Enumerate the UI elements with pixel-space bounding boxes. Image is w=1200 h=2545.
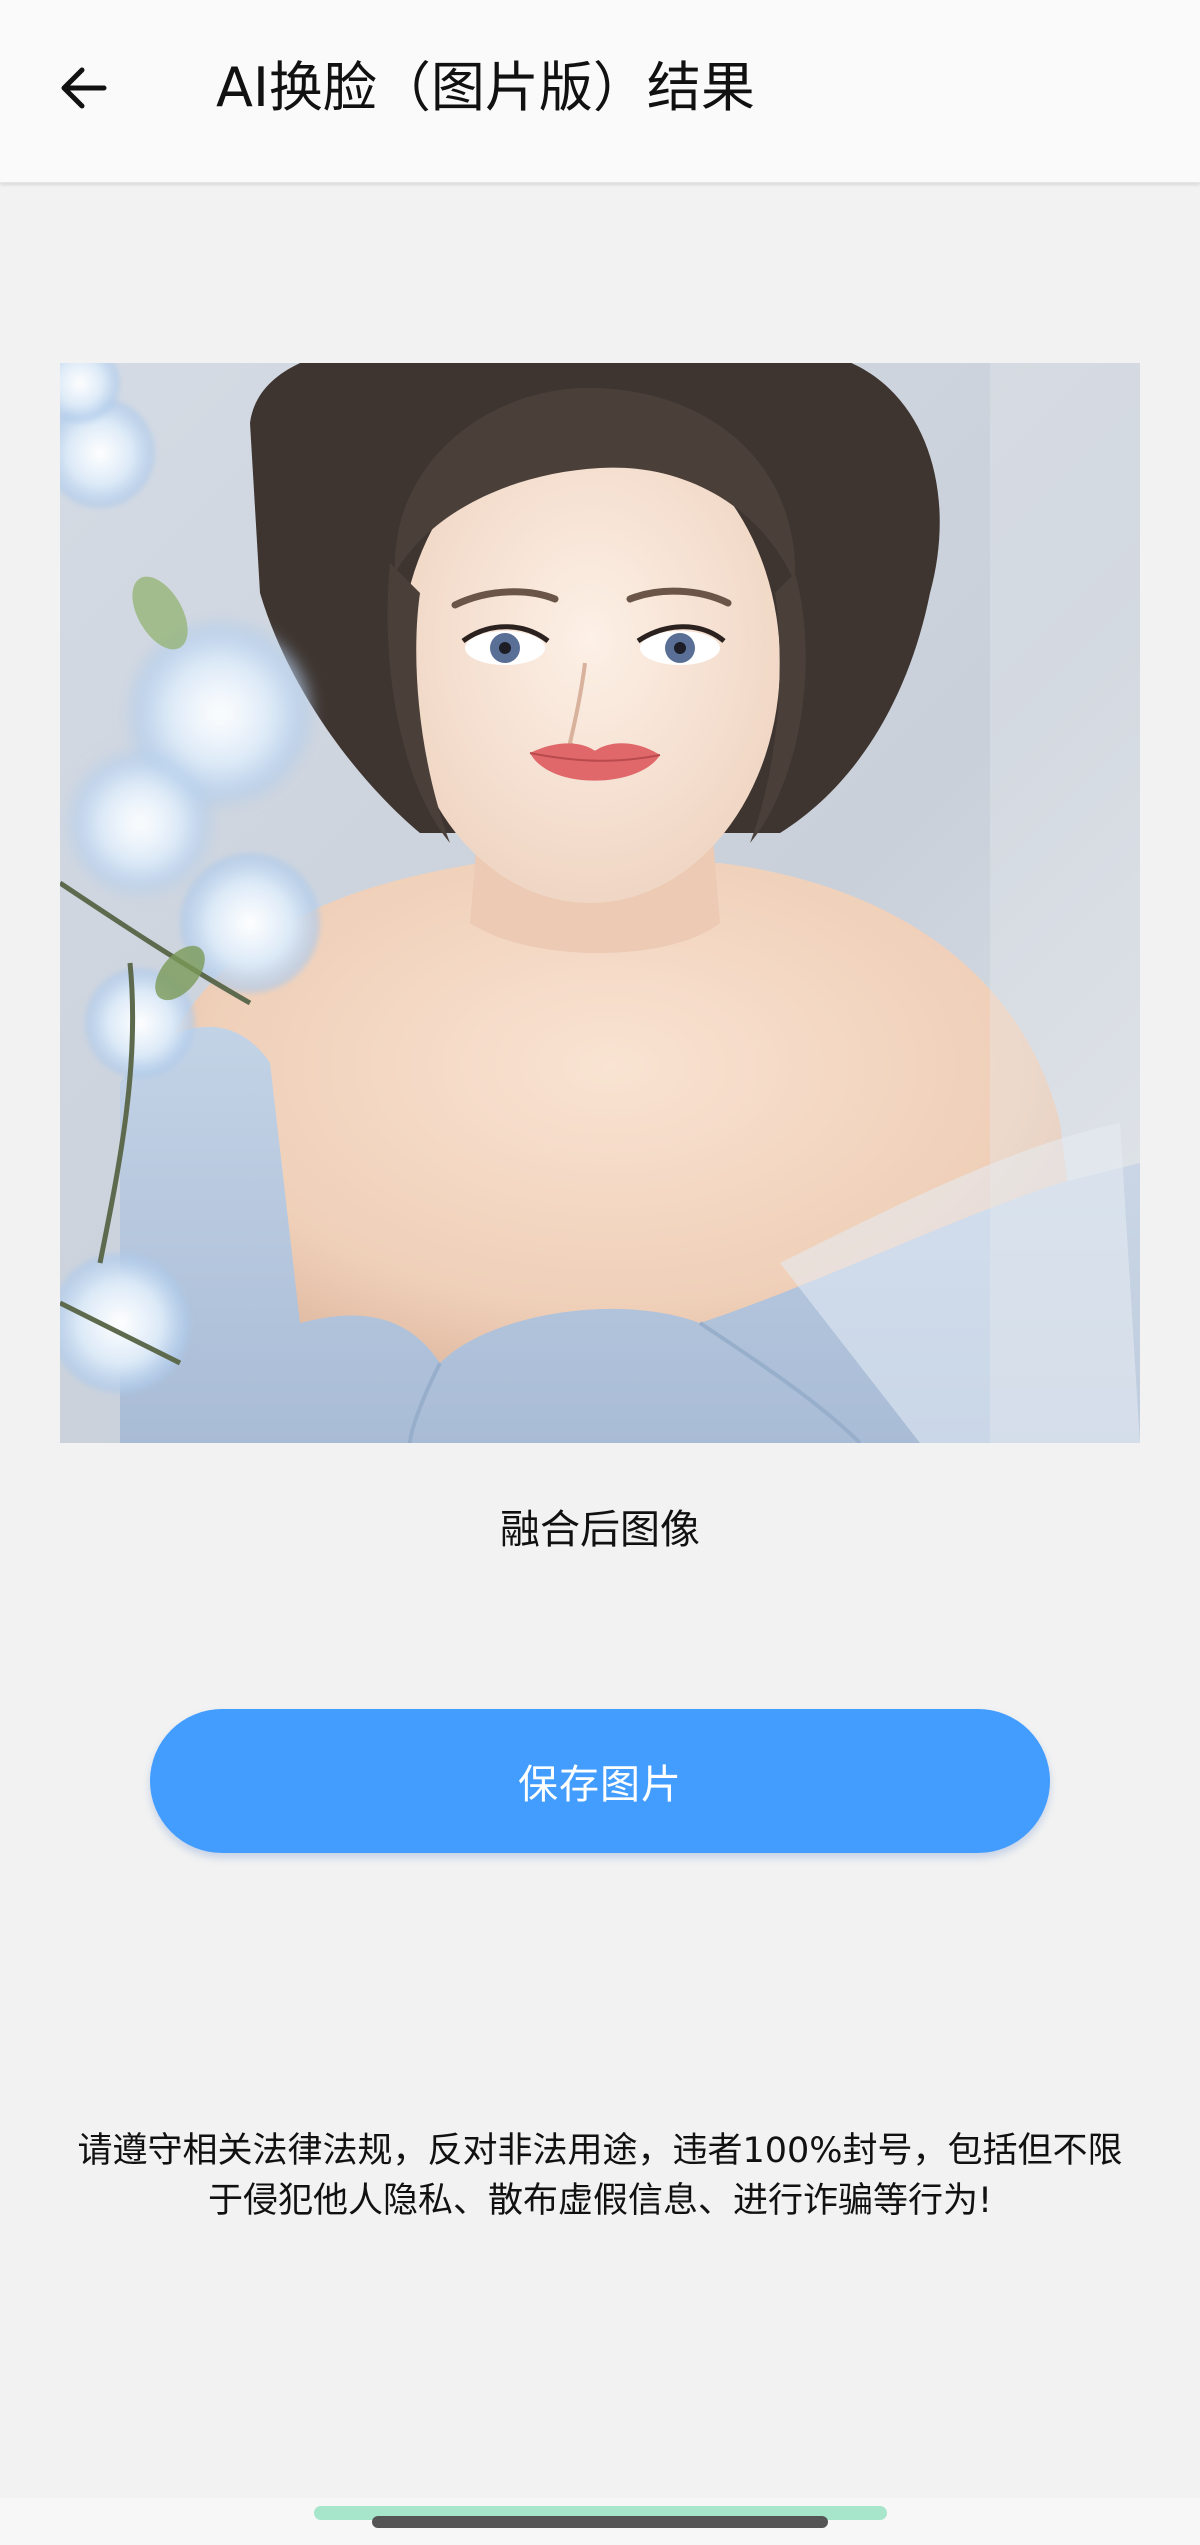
save-image-button[interactable]: 保存图片 <box>150 1709 1050 1853</box>
image-caption: 融合后图像 <box>500 1507 700 1553</box>
legal-notice-line-2: 于侵犯他人隐私、散布虚假信息、进行诈骗等行为! <box>207 2181 993 2221</box>
legal-notice-line-1: 请遵守相关法律法规，反对非法用途，违者100%封号，包括但不限 <box>77 2131 1123 2171</box>
legal-notice: 请遵守相关法律法规，反对非法用途，违者100%封号，包括但不限 于侵犯他人隐私、… <box>50 2126 1150 2226</box>
result-image <box>60 363 1140 1443</box>
app-bar: AI换脸（图片版）结果 <box>0 0 1200 183</box>
back-button[interactable] <box>40 46 128 134</box>
arrow-left-icon <box>56 60 112 120</box>
home-indicator[interactable] <box>372 2516 828 2528</box>
page-title: AI换脸（图片版）结果 <box>216 56 755 119</box>
